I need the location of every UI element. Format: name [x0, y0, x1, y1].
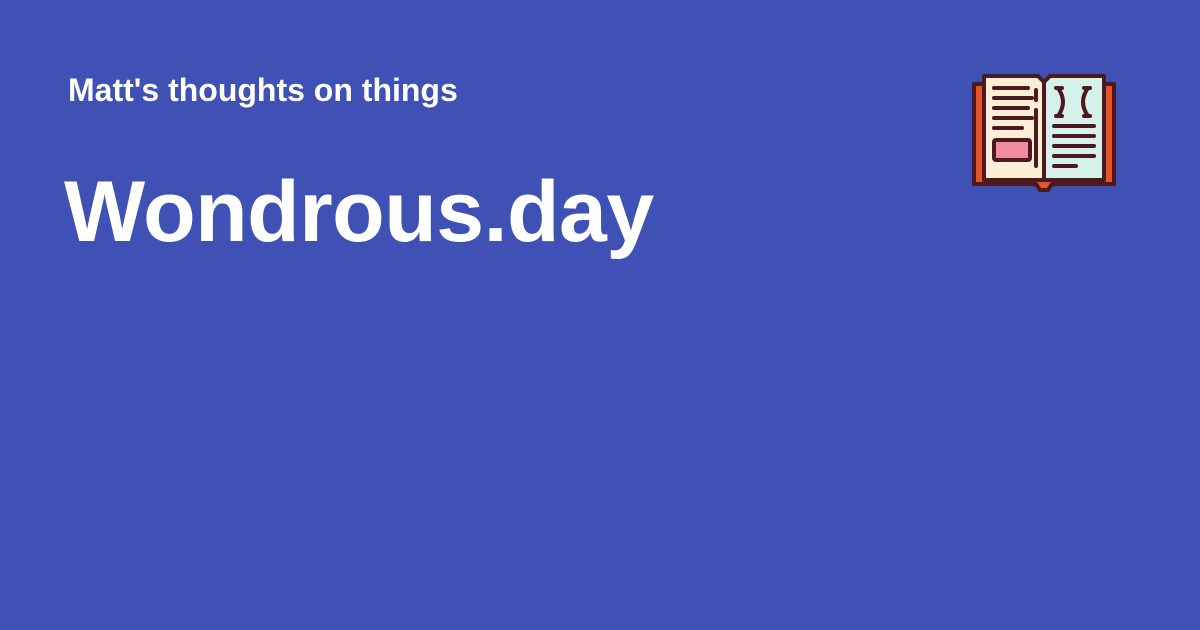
site-tagline: Matt's thoughts on things — [68, 72, 458, 108]
site-title: Wondrous.day — [64, 164, 654, 260]
open-book-icon — [970, 70, 1118, 192]
og-card: Matt's thoughts on things Wondrous.day — [0, 0, 1200, 630]
